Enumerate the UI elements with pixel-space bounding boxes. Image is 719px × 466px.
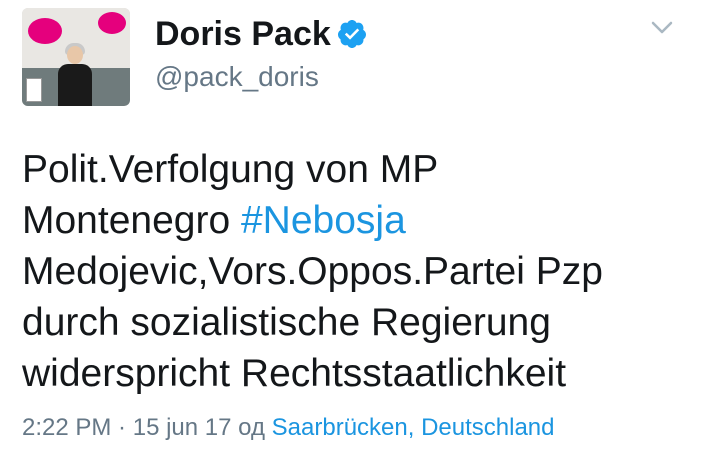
verified-badge-icon <box>337 20 366 48</box>
tweet-metadata: 2:22 PM · 15 jun 17 од Saarbrücken, Deut… <box>22 413 555 443</box>
location-link[interactable]: Saarbrücken, Deutschland <box>272 414 555 441</box>
avatar-sign <box>26 78 42 102</box>
tweet-text-line: Medojevic,Vors.Oppos.Partei Pzp <box>22 250 603 293</box>
tweet-text-line: Polit.Verfolgung von MP <box>22 148 439 191</box>
avatar-speech-bubble <box>98 12 126 34</box>
hashtag-link[interactable]: #Nebosja <box>241 199 406 242</box>
location-prefix: од <box>231 414 272 441</box>
avatar-speech-bubble <box>28 18 62 44</box>
tweet-text-line: durch sozialistische Regierung <box>22 301 551 344</box>
tweet-text-fragment: Montenegro <box>22 199 241 242</box>
avatar-figure-head <box>67 46 83 64</box>
tweet-date[interactable]: 15 jun 17 <box>133 414 232 441</box>
tweet-text-line: widerspricht Rechtsstaatlichkeit <box>22 352 567 395</box>
chevron-down-icon[interactable] <box>650 20 674 36</box>
tweet-text-line: Montenegro #Nebosja <box>22 195 702 246</box>
meta-separator: · <box>111 414 133 441</box>
tweet-card: Doris Pack @pack_doris Polit.Verfolgung … <box>0 0 719 466</box>
tweet-text: Polit.Verfolgung von MP Montenegro #Nebo… <box>22 144 702 399</box>
display-name[interactable]: Doris Pack <box>155 14 331 54</box>
tweet-time[interactable]: 2:22 PM <box>22 414 111 441</box>
avatar-figure-body <box>58 64 92 106</box>
avatar[interactable] <box>22 8 130 106</box>
user-handle[interactable]: @pack_doris <box>155 60 319 94</box>
